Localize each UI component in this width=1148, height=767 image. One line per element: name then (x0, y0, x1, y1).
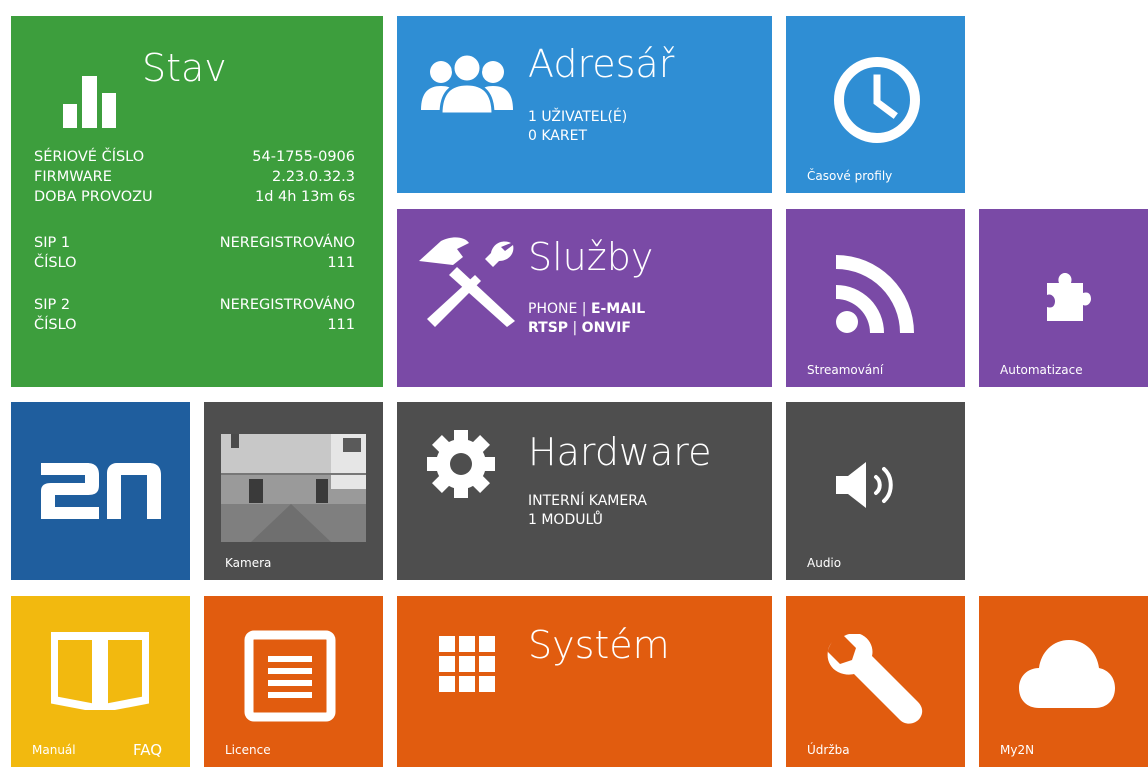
speaker-icon (836, 462, 893, 508)
audio-label: Audio (807, 556, 842, 570)
stat-label: FIRMWARE (34, 169, 112, 185)
wrench-icon (827, 634, 923, 724)
bar-chart-icon (63, 76, 116, 128)
manual-label[interactable]: Manuál (32, 743, 76, 757)
stat-uptime: DOBA PROVOZU 1d 4h 13m 6s (34, 188, 355, 207)
stat-label: SIP 1 (34, 235, 71, 251)
automatizace-label: Automatizace (1000, 363, 1083, 377)
udrzba-label: Údržba (807, 743, 850, 757)
sluzby-line2: RTSP | ONVIF (528, 319, 631, 338)
tile-licence[interactable]: Licence (204, 596, 383, 767)
tile-hardware[interactable]: Hardware INTERNÍ KAMERA 1 MODULŮ (397, 402, 772, 580)
puzzle-icon (1047, 273, 1091, 321)
tile-2n-logo[interactable] (11, 402, 190, 580)
stat-sip2-number: ČÍSLO 111 (34, 316, 355, 335)
separator: | (568, 320, 582, 336)
stat-label: DOBA PROVOZU (34, 189, 153, 205)
sluzby-line1: PHONE | E-MAIL (528, 300, 645, 319)
tile-manual[interactable]: Manuál FAQ (11, 596, 190, 767)
system-title: Systém (528, 623, 670, 667)
service-email: E-MAIL (590, 301, 646, 317)
my2n-label: My2N (1000, 743, 1035, 757)
tile-kamera[interactable]: Kamera (204, 402, 383, 580)
stat-label: ČÍSLO (34, 317, 77, 333)
adresar-cards: 0 KARET (528, 128, 587, 144)
tools-icon (419, 237, 515, 327)
faq-link[interactable]: FAQ (133, 741, 162, 759)
adresar-users: 1 UŽIVATEL(É) (528, 109, 628, 125)
stat-sip1-number: ČÍSLO 111 (34, 254, 355, 273)
tile-sluzby[interactable]: Služby PHONE | E-MAIL RTSP | ONVIF (397, 209, 772, 387)
kamera-label: Kamera (225, 556, 272, 570)
tile-system[interactable]: Systém (397, 596, 772, 767)
adresar-title: Adresář (528, 42, 675, 86)
grid-icon (439, 636, 495, 692)
tile-automatizace[interactable]: Automatizace (979, 209, 1148, 387)
tile-audio[interactable]: Audio (786, 402, 965, 580)
casove-profily-label: Časové profily (807, 169, 893, 183)
cloud-icon (1019, 640, 1115, 708)
stat-value: NEREGISTROVÁNO (219, 297, 355, 313)
hardware-camera: INTERNÍ KAMERA (528, 493, 647, 509)
service-rtsp: RTSP (528, 320, 569, 336)
sluzby-title: Služby (528, 235, 654, 279)
service-onvif: ONVIF (581, 320, 631, 336)
tile-stav[interactable]: Stav SÉRIOVÉ ČÍSLO 54-1755-0906 FIRMWARE… (11, 16, 383, 387)
stat-sip1: SIP 1 NEREGISTROVÁNO (34, 234, 355, 253)
rss-icon (836, 255, 914, 333)
separator: | (577, 301, 591, 317)
service-phone: PHONE (528, 301, 578, 317)
camera-preview (221, 434, 366, 542)
stat-label: ČÍSLO (34, 255, 77, 271)
tile-casove-profily[interactable]: Časové profily (786, 16, 965, 193)
tile-streamovani[interactable]: Streamování (786, 209, 965, 387)
streamovani-label: Streamování (807, 363, 884, 377)
stat-value: NEREGISTROVÁNO (219, 235, 355, 251)
stat-firmware: FIRMWARE 2.23.0.32.3 (34, 168, 355, 187)
stat-label: SIP 2 (34, 297, 71, 313)
stat-value: 111 (327, 317, 355, 333)
stat-value: 2.23.0.32.3 (271, 169, 355, 185)
hardware-title: Hardware (528, 430, 712, 474)
stav-title: Stav (142, 46, 227, 90)
gear-icon (427, 430, 495, 498)
document-icon (244, 630, 336, 722)
tile-my2n[interactable]: My2N (979, 596, 1148, 767)
users-icon (421, 52, 513, 114)
stat-label: SÉRIOVÉ ČÍSLO (34, 149, 145, 165)
stat-sip2: SIP 2 NEREGISTROVÁNO (34, 296, 355, 315)
licence-label: Licence (225, 743, 271, 757)
stat-value: 111 (327, 255, 355, 271)
book-icon (51, 632, 149, 710)
clock-icon (834, 57, 920, 143)
stat-serial: SÉRIOVÉ ČÍSLO 54-1755-0906 (34, 148, 355, 167)
stat-value: 54-1755-0906 (252, 149, 355, 165)
hardware-modules: 1 MODULŮ (528, 512, 603, 528)
stat-value: 1d 4h 13m 6s (254, 189, 355, 205)
2n-logo-icon (41, 463, 161, 519)
tile-udrzba[interactable]: Údržba (786, 596, 965, 767)
tile-adresar[interactable]: Adresář 1 UŽIVATEL(É) 0 KARET (397, 16, 772, 193)
